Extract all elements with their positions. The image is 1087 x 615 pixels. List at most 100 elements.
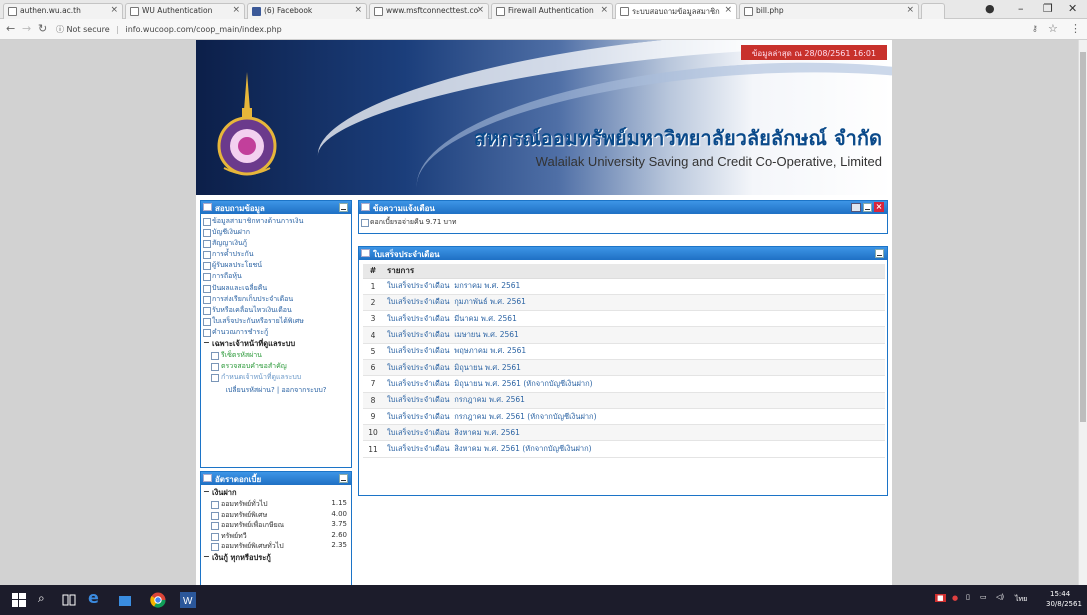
browser-tab[interactable]: WU Authentication × (125, 3, 245, 19)
receipt-link[interactable]: ใบเสร็จประจำเดือน พฤษภาคม พ.ศ. 2561 (383, 343, 885, 360)
input-language[interactable]: ไทย (1015, 594, 1027, 605)
menu-item[interactable]: ใบเสร็จประกันหรือรายได้พิเศษ (201, 316, 351, 327)
menu-icon[interactable]: ⋮ (1070, 22, 1081, 35)
close-icon[interactable]: × (874, 202, 884, 212)
back-icon[interactable]: ← (6, 22, 15, 35)
notification-icon[interactable]: ● (952, 594, 958, 602)
menu-item[interactable]: การถือหุ้น (201, 271, 351, 282)
close-icon[interactable]: × (600, 5, 608, 15)
menu-item[interactable]: คำนวณการชำระกู้ (201, 327, 351, 338)
facebook-icon (252, 7, 261, 16)
account-links[interactable]: เปลี่ยนรหัสผ่าน? | ออกจากระบบ? (201, 383, 351, 396)
close-icon[interactable]: × (354, 5, 362, 15)
menu-item[interactable]: บัญชีเงินฝาก (201, 227, 351, 238)
admin-menu-item[interactable]: รีเซ็ตรหัสผ่าน (201, 350, 351, 361)
menu-item[interactable]: การส่งเรียกเก็บประจำเดือน (201, 294, 351, 305)
receipt-label: ใบเสร็จประจำเดือน (387, 427, 450, 437)
last-update-badge: ข้อมูลล่าสุด ณ 28/08/2561 16:01 (741, 45, 887, 60)
key-icon[interactable]: ⚷ (1032, 24, 1038, 33)
row-number: 10 (363, 424, 383, 442)
minimize-icon[interactable]: – (1018, 2, 1024, 15)
close-icon[interactable]: × (724, 5, 732, 15)
admin-menu-item[interactable]: ตรวจสอบคำขอสำคัญ (201, 361, 351, 372)
table-row: 2 ใบเสร็จประจำเดือน กุมภาพันธ์ พ.ศ. 2561 (363, 294, 885, 312)
browser-tab[interactable]: www.msftconnecttest.co × (369, 3, 489, 19)
receipt-link[interactable]: ใบเสร็จประจำเดือน มีนาคม พ.ศ. 2561 (383, 310, 885, 328)
table-row: 11 ใบเสร็จประจำเดือน สิงหาคม พ.ศ. 2561 (… (363, 440, 885, 458)
receipt-label: ใบเสร็จประจำเดือน (387, 362, 450, 372)
receipt-link[interactable]: ใบเสร็จประจำเดือน มกราคม พ.ศ. 2561 (383, 278, 885, 295)
svg-text:W: W (183, 596, 193, 607)
security-label: Not secure (66, 25, 110, 34)
row-number: 9 (363, 408, 383, 426)
receipt-link[interactable]: ใบเสร็จประจำเดือน กรกฎาคม พ.ศ. 2561 (หัก… (383, 408, 885, 426)
forward-icon[interactable]: → (22, 22, 31, 35)
receipt-link[interactable]: ใบเสร็จประจำเดือน มิถุนายน พ.ศ. 2561 (383, 359, 885, 377)
box-title: สอบถามข้อมูล (215, 204, 265, 213)
new-tab-button[interactable] (921, 3, 945, 19)
browser-tab[interactable]: bill.php × (739, 3, 919, 19)
receipt-month: กรกฎาคม พ.ศ. 2561 (454, 395, 525, 405)
clock-date[interactable]: 30/8/2561 (1046, 600, 1082, 608)
menu-item[interactable]: การค้ำประกัน (201, 249, 351, 260)
battery-icon[interactable]: ▯ (966, 593, 970, 601)
menu-item[interactable]: ข้อมูลสามาชิกทางด้านการเงิน (201, 216, 351, 227)
star-icon[interactable]: ☆ (1048, 22, 1058, 35)
receipt-link[interactable]: ใบเสร็จประจำเดือน กรกฎาคม พ.ศ. 2561 (383, 392, 885, 409)
menu-item[interactable]: ผู้รับผลประโยชน์ (201, 260, 351, 271)
receipt-link[interactable]: ใบเสร็จประจำเดือน กุมภาพันธ์ พ.ศ. 2561 (383, 294, 885, 312)
close-icon[interactable]: × (110, 5, 118, 15)
receipt-link[interactable]: ใบเสร็จประจำเดือน มิถุนายน พ.ศ. 2561 (หั… (383, 375, 885, 393)
info-icon: ⓘ (56, 25, 64, 34)
close-icon[interactable]: × (232, 5, 240, 15)
minimize-icon[interactable] (339, 474, 348, 483)
browser-tab[interactable]: authen.wu.ac.th × (3, 3, 123, 19)
minimize-icon[interactable] (863, 203, 872, 212)
clock-time[interactable]: 15:44 (1050, 590, 1070, 598)
close-icon[interactable]: × (906, 5, 914, 15)
windows-start-icon[interactable] (12, 593, 26, 607)
edge-icon[interactable]: e (88, 588, 99, 607)
row-number: 3 (363, 310, 383, 328)
header-banner: ข้อมูลล่าสุด ณ 28/08/2561 16:01 สหกรณ์ออ… (196, 40, 892, 195)
task-view-icon[interactable] (62, 593, 76, 607)
network-icon[interactable]: ▭ (980, 593, 987, 601)
rate-row: ออมทรัพย์เพื่อเกษียณ 3.75 (201, 520, 351, 531)
receipt-label: ใบเสร็จประจำเดือน (387, 297, 450, 307)
close-icon[interactable]: ✕ (1068, 2, 1077, 15)
rate-label: ออมทรัพย์ทั่วไป (221, 500, 268, 508)
volume-icon[interactable]: ◁) (996, 593, 1004, 601)
interest-rate-box: อัตราดอกเบี้ย เงินฝาก ออมทรัพย์ทั่วไป 1.… (200, 471, 352, 585)
menu-item[interactable]: สัญญาเงินกู้ (201, 238, 351, 249)
close-icon[interactable]: × (476, 5, 484, 15)
chrome-icon[interactable] (150, 592, 166, 608)
receipt-link[interactable]: ใบเสร็จประจำเดือน สิงหาคม พ.ศ. 2561 (383, 424, 885, 442)
browser-tab[interactable]: (6) Facebook × (247, 3, 367, 19)
minimize-icon[interactable] (339, 203, 348, 212)
reload-icon[interactable]: ↻ (38, 22, 47, 35)
search-icon[interactable]: ⌕ (38, 591, 45, 606)
receipt-month: มิถุนายน พ.ศ. 2561 (หักจากบัญชีเงินฝาก) (454, 378, 593, 388)
menu-item[interactable]: ปันผลและเฉลี่ยคืน (201, 283, 351, 294)
receipt-label: ใบเสร็จประจำเดือน (387, 330, 450, 340)
antivirus-icon[interactable]: ■ (935, 594, 946, 602)
address-bar[interactable]: ⓘ Not secure | info.wucoop.com/coop_main… (56, 22, 1056, 37)
menu-item[interactable]: รับหรือเคลื่อนไหวเงินเดือน (201, 305, 351, 316)
box-title: ใบเสร็จประจำเดือน (373, 250, 440, 259)
account-icon[interactable]: ● (985, 2, 995, 15)
university-logo (217, 72, 277, 176)
restore-icon[interactable]: ❐ (1043, 2, 1053, 15)
admin-menu-item[interactable]: กำหนดเจ้าหน้าที่ดูแลระบบ (201, 372, 351, 383)
table-header-row: # รายการ (363, 264, 885, 279)
receipt-link[interactable]: ใบเสร็จประจำเดือน เมษายน พ.ศ. 2561 (383, 326, 885, 344)
store-icon[interactable] (118, 593, 132, 607)
page-scrollbar[interactable] (1078, 40, 1087, 585)
receipt-link[interactable]: ใบเสร็จประจำเดือน สิงหาคม พ.ศ. 2561 (หัก… (383, 440, 885, 458)
scrollbar-thumb[interactable] (1080, 52, 1086, 422)
receipt-month: สิงหาคม พ.ศ. 2561 (454, 427, 520, 437)
browser-tab[interactable]: Firewall Authentication × (491, 3, 613, 19)
print-icon[interactable] (851, 203, 861, 212)
minimize-icon[interactable] (875, 249, 884, 258)
word-icon[interactable]: W (180, 592, 196, 608)
browser-tab-active[interactable]: ระบบสอบถามข้อมูลสมาชิก × (615, 3, 737, 19)
